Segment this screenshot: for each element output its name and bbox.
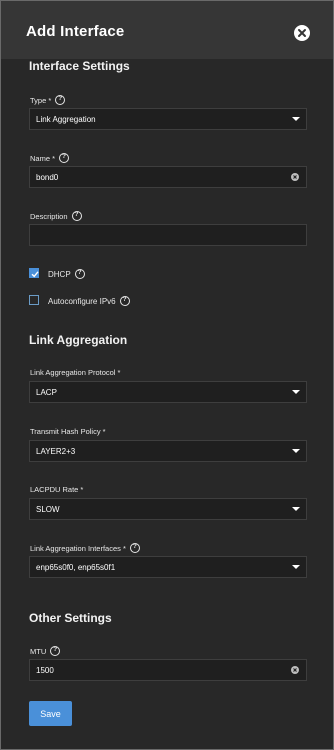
protocol-value: LACP xyxy=(36,388,57,397)
section-title-interface-settings: Interface Settings xyxy=(29,59,130,73)
chevron-down-icon xyxy=(292,117,300,121)
help-icon[interactable] xyxy=(55,95,66,105)
close-icon[interactable] xyxy=(294,25,310,41)
description-label-text: Description xyxy=(30,211,68,221)
interfaces-label-text: Link Aggregation Interfaces * xyxy=(30,543,126,553)
dhcp-label-text: DHCP xyxy=(48,269,71,279)
protocol-label-text: Link Aggregation Protocol * xyxy=(30,368,121,377)
dhcp-label: DHCP xyxy=(48,269,85,279)
interfaces-value: enp65s0f0, enp65s0f1 xyxy=(36,563,116,572)
chevron-down-icon xyxy=(292,507,300,511)
ipv6-label-text: Autoconfigure IPv6 xyxy=(48,296,116,306)
interfaces-label: Link Aggregation Interfaces * xyxy=(30,543,140,553)
help-icon[interactable] xyxy=(74,269,85,279)
panel-title: Add Interface xyxy=(26,23,125,40)
lacpdu-rate-label: LACPDU Rate * xyxy=(30,485,83,494)
save-button[interactable]: Save xyxy=(29,701,72,726)
name-value: bond0 xyxy=(36,173,59,182)
hash-policy-value: LAYER2+3 xyxy=(36,447,76,456)
hash-policy-label-text: Transmit Hash Policy * xyxy=(30,427,106,436)
help-icon[interactable] xyxy=(129,543,140,553)
name-label-text: Name * xyxy=(30,153,56,163)
hash-policy-label: Transmit Hash Policy * xyxy=(30,427,106,436)
mtu-input[interactable]: 1500 xyxy=(29,659,307,681)
protocol-label: Link Aggregation Protocol * xyxy=(30,368,120,377)
section-title-other-settings: Other Settings xyxy=(29,611,112,625)
mtu-value: 1500 xyxy=(36,666,54,675)
clear-icon[interactable] xyxy=(291,173,299,181)
panel-header: Add Interface xyxy=(1,1,333,59)
section-title-link-aggregation: Link Aggregation xyxy=(29,333,128,347)
type-label: Type * xyxy=(30,95,66,105)
mtu-label: MTU xyxy=(30,646,61,656)
protocol-select[interactable]: LACP xyxy=(29,381,307,403)
chevron-down-icon xyxy=(292,390,300,394)
lacpdu-rate-select[interactable]: SLOW xyxy=(29,498,307,520)
help-icon[interactable] xyxy=(71,211,82,221)
clear-icon[interactable] xyxy=(291,666,299,674)
mtu-label-text: MTU xyxy=(30,646,47,656)
chevron-down-icon xyxy=(292,449,300,453)
type-value: Link Aggregation xyxy=(36,115,96,124)
add-interface-panel: Add Interface Interface Settings Type * … xyxy=(0,0,334,750)
type-select[interactable]: Link Aggregation xyxy=(29,108,307,130)
hash-policy-select[interactable]: LAYER2+3 xyxy=(29,440,307,462)
help-icon[interactable] xyxy=(119,296,130,306)
lacpdu-rate-value: SLOW xyxy=(36,505,60,514)
name-label: Name * xyxy=(30,153,70,163)
ipv6-label: Autoconfigure IPv6 xyxy=(48,296,130,306)
description-input[interactable] xyxy=(29,224,307,246)
interfaces-select[interactable]: enp65s0f0, enp65s0f1 xyxy=(29,556,307,578)
description-label: Description xyxy=(30,211,82,221)
autoconfigure-ipv6-checkbox[interactable] xyxy=(29,295,39,305)
help-icon[interactable] xyxy=(50,646,61,656)
chevron-down-icon xyxy=(292,565,300,569)
dhcp-checkbox[interactable] xyxy=(29,268,39,278)
name-input[interactable]: bond0 xyxy=(29,166,307,188)
lacpdu-rate-label-text: LACPDU Rate * xyxy=(30,485,84,494)
help-icon[interactable] xyxy=(59,153,70,163)
type-label-text: Type * xyxy=(30,95,52,105)
